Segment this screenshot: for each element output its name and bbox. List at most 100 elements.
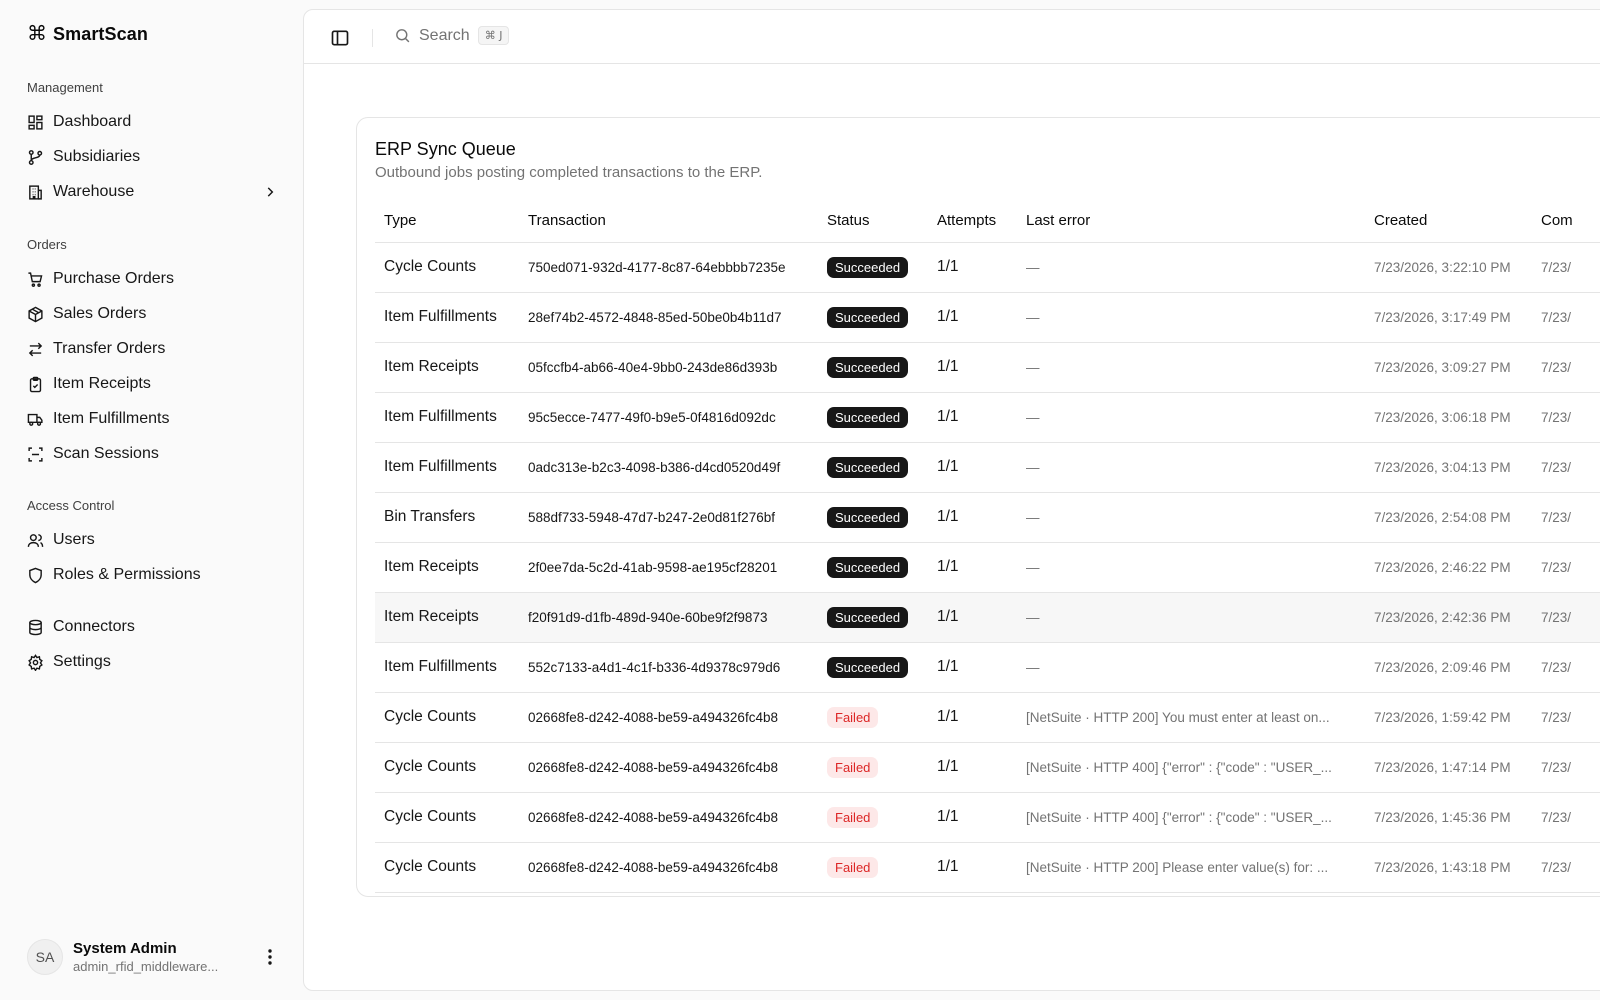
cell-status: Succeeded [818,392,928,443]
table-row[interactable]: Item Receipts 05fccfb4-ab66-40e4-9bb0-243… [375,342,1600,393]
cell-type: Item Receipts [375,342,519,393]
cell-transaction[interactable]: 2f0ee7da-5c2d-41ab-9598-ae195cf28201 [519,542,818,593]
cell-completed: 7/23/ [1532,692,1600,743]
cell-completed: 7/23/ [1532,642,1600,693]
dashboard-icon [28,114,43,130]
cell-type: Bin Transfers [375,492,519,543]
database-icon [29,619,42,635]
col-header-last-error[interactable]: Last error [1017,200,1365,243]
table-row[interactable]: Item Receipts 2f0ee7da-5c2d-41ab-9598-ae1… [375,542,1600,593]
brand[interactable]: ⌘ SmartScan [27,22,148,46]
status-badge: Succeeded [827,656,909,678]
cell-status: Failed [818,692,928,743]
cell-completed: 7/23/ [1532,742,1600,793]
cell-last-error: — [1017,242,1365,293]
cell-last-error: — [1017,342,1365,393]
sidebar-item-users[interactable]: Users [27,525,277,555]
gear-icon [28,653,43,671]
cell-last-error: — [1017,492,1365,543]
shield-icon [29,567,42,583]
cell-completed: 7/23/ [1532,292,1600,343]
status-badge: Succeeded [827,256,909,278]
sidebar-item-subsidiaries[interactable]: Subsidiaries [27,142,277,172]
cell-transaction[interactable]: 05fccfb4-ab66-40e4-9bb0-243de86d393b [519,342,818,393]
table-row[interactable]: Cycle Counts 02668fe8-d242-4088-be59-a494… [375,792,1600,843]
sidebar-item-purchase-orders[interactable]: Purchase Orders [27,264,277,294]
sidebar-toggle-icon[interactable] [330,28,350,48]
cell-transaction[interactable]: 02668fe8-d242-4088-be59-a494326fc4b8 [519,742,818,793]
table-row[interactable]: Cycle Counts 02668fe8-d242-4088-be59-a494… [375,742,1600,793]
sidebar-item-item-fulfillments[interactable]: Item Fulfillments [27,404,277,434]
cell-attempts: 1/1 [928,592,1017,643]
sidebar-item-label: Settings [53,653,111,670]
table-row[interactable]: Cycle Counts 02668fe8-d242-4088-be59-a494… [375,842,1600,893]
cell-status: Succeeded [818,242,928,293]
table-header-row: Type Transaction Status Attempts Last er… [375,200,1600,243]
cell-transaction[interactable]: 02668fe8-d242-4088-be59-a494326fc4b8 [519,692,818,743]
sidebar-item-warehouse[interactable]: Warehouse [27,177,277,207]
cell-last-error: — [1017,642,1365,693]
cell-transaction[interactable]: 0adc313e-b2c3-4098-b386-d4cd0520d49f [519,442,818,493]
sidebar-item-label: Subsidiaries [53,148,141,165]
sidebar-item-dashboard[interactable]: Dashboard [27,107,277,137]
cell-transaction[interactable]: f20f91d9-d1fb-489d-940e-60be9f2f9873 [519,592,818,643]
cell-completed: 7/23/ [1532,792,1600,843]
cell-attempts: 1/1 [928,442,1017,493]
col-header-status[interactable]: Status [818,200,928,243]
sidebar-item-transfer-orders[interactable]: Transfer Orders [27,334,277,364]
sidebar-item-settings[interactable]: Settings [27,647,277,677]
more-vertical-icon[interactable] [263,948,277,966]
sidebar-item-label: Connectors [53,618,135,635]
app-name: SmartScan [53,23,148,44]
sidebar-item-item-receipts[interactable]: Item Receipts [27,369,277,399]
cell-status: Succeeded [818,442,928,493]
table-row[interactable]: Item Fulfillments 28ef74b2-4572-4848-85ed… [375,292,1600,343]
cell-type: Item Receipts [375,592,519,643]
search-placeholder: Search [419,26,470,44]
status-badge: Succeeded [827,506,909,528]
cell-transaction[interactable]: 750ed071-932d-4177-8c87-64ebbbb7235e [519,242,818,293]
cell-transaction[interactable]: 28ef74b2-4572-4848-85ed-50be0b4b11d7 [519,292,818,343]
cell-completed: 7/23/ [1532,842,1600,893]
table-row[interactable]: Item Fulfillments 0adc313e-b2c3-4098-b386… [375,442,1600,493]
cell-type: Cycle Counts [375,242,519,293]
cell-created: 7/23/2026, 1:47:14 PM [1365,742,1532,793]
status-badge: Succeeded [827,406,909,428]
table-row[interactable]: Item Fulfillments 95c5ecce-7477-49f0-b9e5… [375,392,1600,443]
table-row[interactable]: Cycle Counts 02668fe8-d242-4088-be59-a494… [375,692,1600,743]
cell-attempts: 1/1 [928,742,1017,793]
cell-transaction[interactable]: 02668fe8-d242-4088-be59-a494326fc4b8 [519,792,818,843]
sidebar-item-scan-sessions[interactable]: Scan Sessions [27,439,277,469]
cell-completed: 7/23/ [1532,592,1600,643]
cell-transaction[interactable]: 552c7133-a4d1-4c1f-b336-4d9378c979d6 [519,642,818,693]
sidebar-item-sales-orders[interactable]: Sales Orders [27,299,277,329]
sidebar-item-roles-permissions[interactable]: Roles & Permissions [27,560,277,590]
table-row[interactable]: Item Fulfillments 552c7133-a4d1-4c1f-b336… [375,642,1600,693]
cell-transaction[interactable]: 02668fe8-d242-4088-be59-a494326fc4b8 [519,842,818,893]
cell-transaction[interactable]: 588df733-5948-47d7-b247-2e0d81f276bf [519,492,818,543]
col-header-type[interactable]: Type [375,200,519,243]
table-row[interactable]: Bin Transfers 588df733-5948-47d7-b247-2e0… [375,492,1600,543]
cell-status: Failed [818,842,928,893]
user-menu[interactable]: SA System Admin admin_rfid_middleware... [27,937,277,977]
sidebar-item-label: Warehouse [53,183,135,200]
command-icon: ⌘ [27,23,47,45]
cell-created: 7/23/2026, 3:04:13 PM [1365,442,1532,493]
scan-icon [28,446,43,462]
cell-created: 7/23/2026, 2:42:36 PM [1365,592,1532,643]
col-header-completed[interactable]: Com [1532,200,1600,243]
user-name: System Admin [73,940,177,957]
sync-queue-table: Type Transaction Status Attempts Last er… [375,200,1600,893]
status-badge: Failed [827,756,879,778]
chevron-right-icon[interactable] [263,185,277,199]
col-header-created[interactable]: Created [1365,200,1532,243]
cell-completed: 7/23/ [1532,492,1600,543]
cell-type: Item Fulfillments [375,292,519,343]
search-button[interactable]: Search ⌘ J [394,26,510,45]
sidebar-item-connectors[interactable]: Connectors [27,612,277,642]
col-header-transaction[interactable]: Transaction [519,200,818,243]
cell-transaction[interactable]: 95c5ecce-7477-49f0-b9e5-0f4816d092dc [519,392,818,443]
table-row[interactable]: Item Receipts f20f91d9-d1fb-489d-940e-60b… [375,592,1600,643]
col-header-attempts[interactable]: Attempts [928,200,1017,243]
table-row[interactable]: Cycle Counts 750ed071-932d-4177-8c87-64eb… [375,242,1600,293]
